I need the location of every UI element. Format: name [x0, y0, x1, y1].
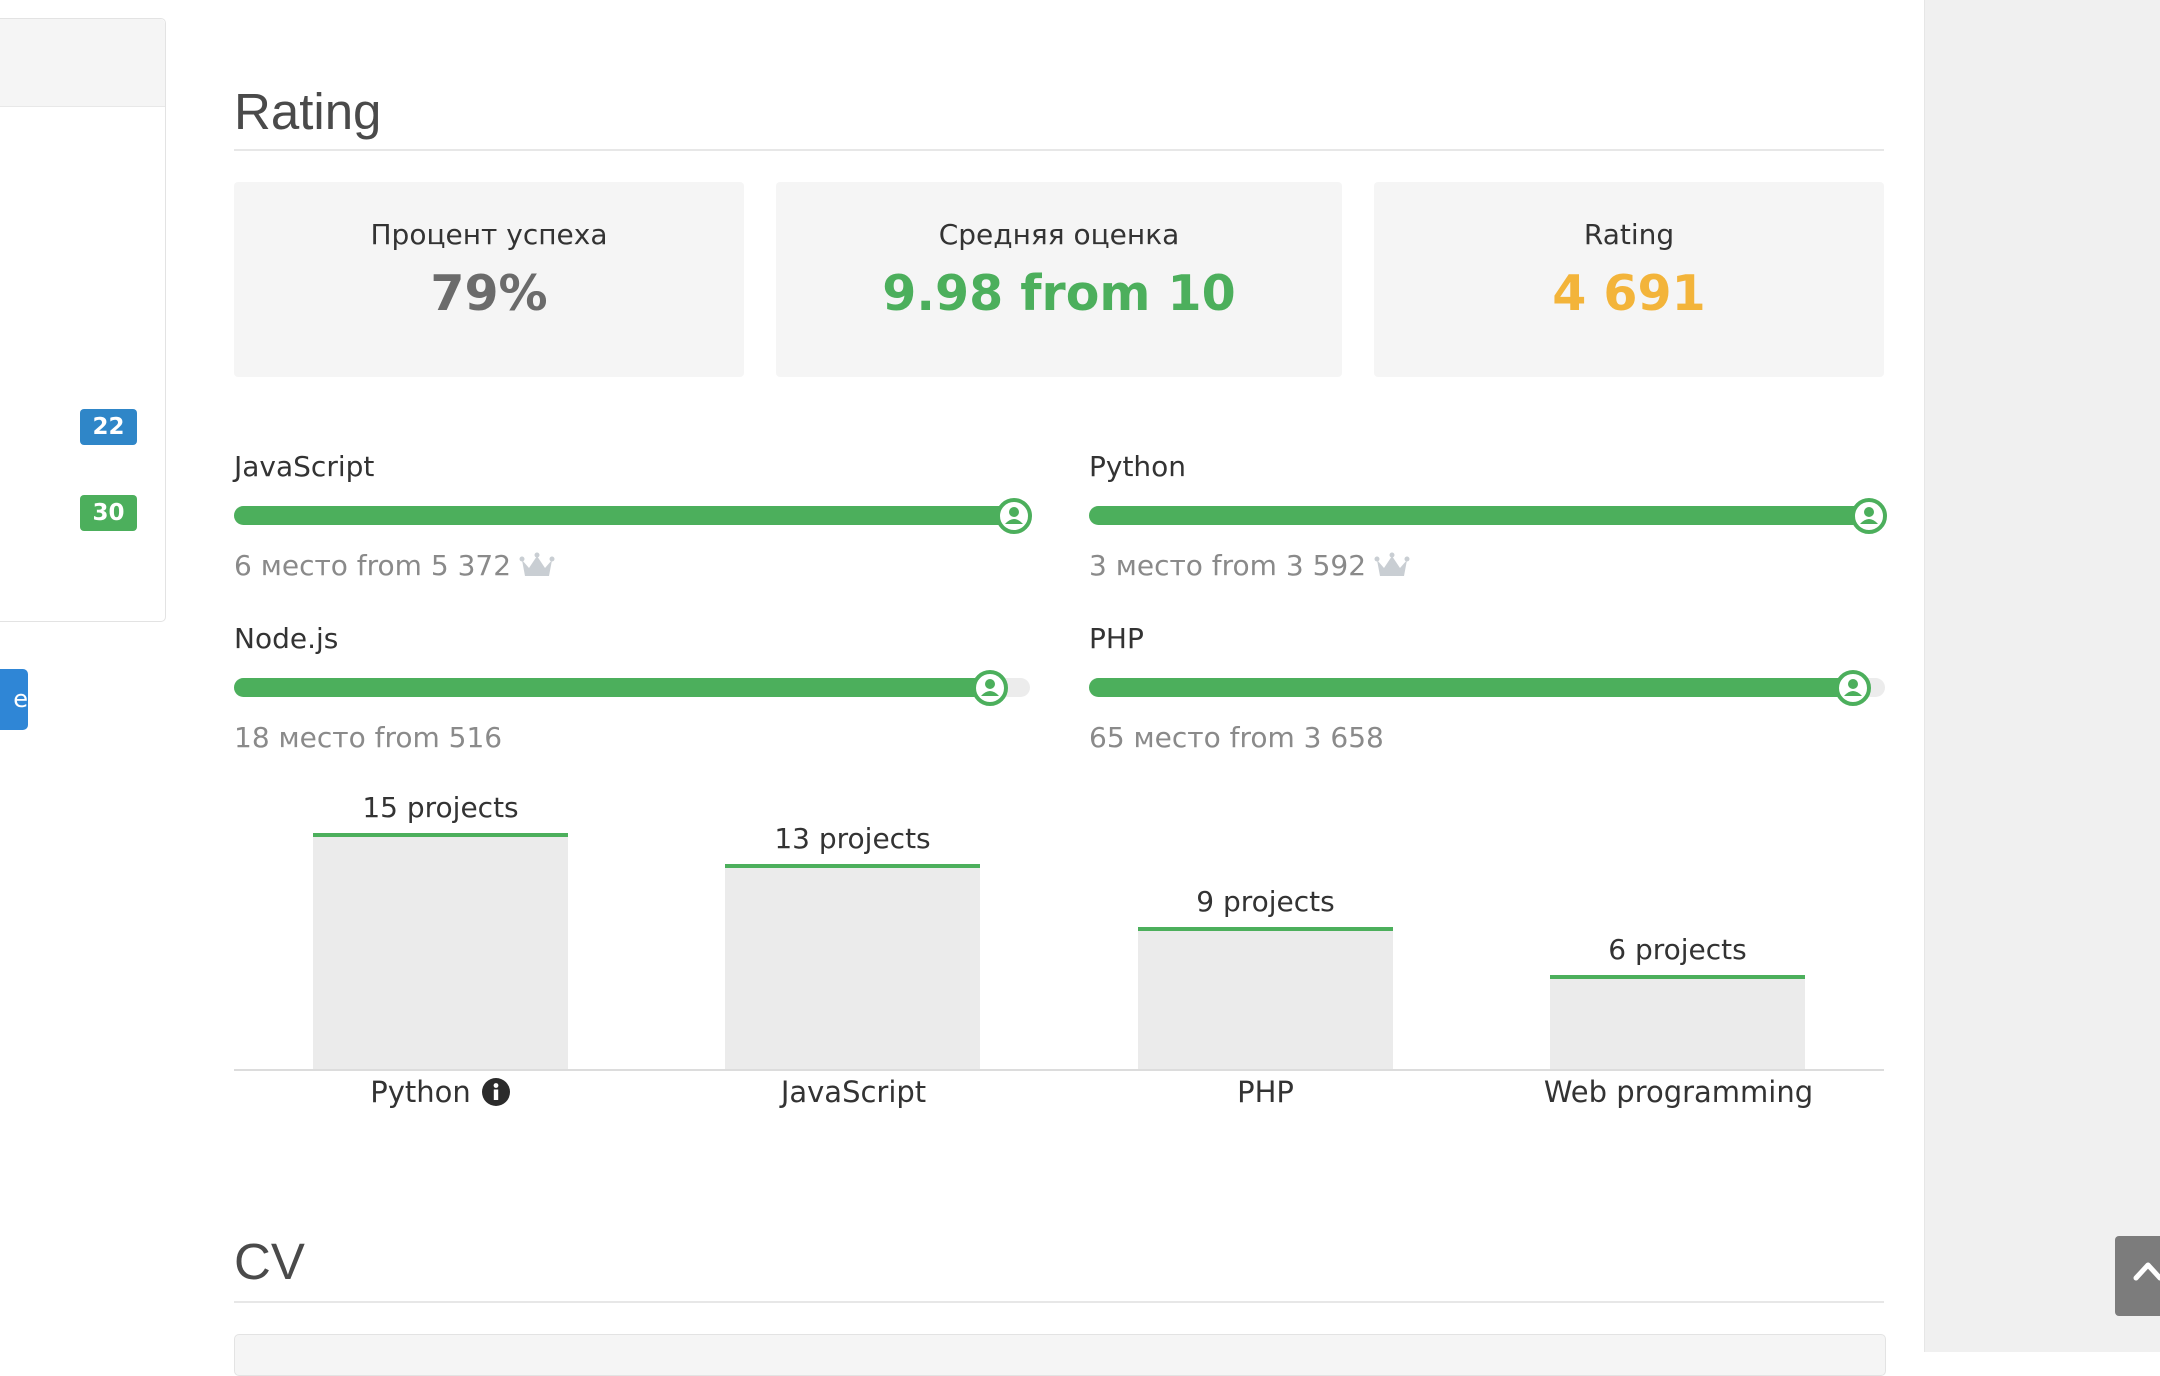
category-label[interactable]: PHP [1059, 1072, 1472, 1112]
user-marker-icon [996, 498, 1033, 534]
category-label[interactable]: JavaScript [647, 1072, 1060, 1112]
ranking-place-text: 6 место from 5 372 [234, 549, 512, 582]
stat-value: 4 691 [1552, 265, 1706, 322]
bar-data-label: 9 projects [1196, 885, 1335, 918]
ranking-python: Python 3 место from 3 592 [1089, 450, 1888, 590]
stat-value: 79% [430, 265, 548, 322]
ranking-track [1089, 498, 1888, 534]
chart-bar [725, 864, 980, 1069]
category-label-text: Web programming [1543, 1075, 1814, 1109]
chart-baseline [234, 1069, 1884, 1071]
info-icon[interactable] [481, 1077, 511, 1107]
rating-score-box: Rating 4 691 [1374, 182, 1884, 377]
bar-data-label: 13 projects [774, 822, 931, 855]
chart-bar [313, 833, 568, 1069]
cv-panel [234, 1334, 1886, 1376]
ranking-fill [234, 678, 991, 697]
ranking-php: PHP 65 место from 3 658 [1089, 622, 1885, 762]
ranking-track [1089, 670, 1885, 706]
category-label[interactable]: Python [234, 1072, 647, 1112]
ranking-track [234, 670, 1030, 706]
cv-section-title: CV [234, 1233, 305, 1290]
ranking-name[interactable]: PHP [1089, 622, 1144, 655]
scroll-to-top-button[interactable] [2115, 1236, 2160, 1316]
projects-chart: 15 projects Python 13 projects JavaScript 9 … [234, 790, 1884, 1110]
stat-value: 9.98 from 10 [882, 265, 1236, 322]
ranking-name[interactable]: JavaScript [234, 450, 374, 483]
category-label-text: Python [370, 1075, 471, 1109]
sidebar-action-button[interactable]: e [0, 669, 28, 730]
success-rate-box: Процент успеха 79% [234, 182, 744, 377]
ranking-name[interactable]: Python [1089, 450, 1186, 483]
ranking-place-text: 18 место from 516 [234, 721, 503, 754]
count-badge-blue: 22 [80, 409, 137, 445]
ranking-place-text: 3 место from 3 592 [1089, 549, 1367, 582]
user-marker-icon [972, 670, 1009, 706]
ranking-name[interactable]: Node.js [234, 622, 338, 655]
category-label[interactable]: Web programming [1472, 1072, 1885, 1112]
bar-data-label: 15 projects [362, 791, 519, 824]
crown-icon [1374, 552, 1410, 576]
ranking-track [234, 498, 1033, 534]
ranking-fill [1089, 678, 1854, 697]
stat-label: Процент успеха [370, 218, 608, 251]
page-background-right [1924, 0, 2160, 1352]
ranking-place: 6 место from 5 372 [234, 549, 555, 582]
average-score-box: Средняя оценка 9.98 from 10 [776, 182, 1342, 377]
user-marker-icon [1851, 498, 1888, 534]
chart-bar [1138, 927, 1393, 1069]
rating-divider [234, 149, 1884, 151]
user-marker-icon [1835, 670, 1872, 706]
rating-section-title: Rating [234, 83, 382, 140]
stat-label: Rating [1583, 218, 1675, 251]
ranking-place: 18 место from 516 [234, 721, 502, 754]
bar-data-label: 6 projects [1608, 933, 1747, 966]
chart-bar [1550, 975, 1805, 1069]
category-label-text: JavaScript [780, 1075, 927, 1109]
sidebar-panel: 22 30 [0, 18, 166, 622]
count-badge-green: 30 [80, 495, 137, 531]
ranking-place: 3 место from 3 592 [1089, 549, 1410, 582]
cv-divider [234, 1301, 1884, 1303]
ranking-fill [234, 506, 1015, 525]
sidebar-header [0, 19, 165, 107]
category-label-text: PHP [1237, 1075, 1294, 1109]
chevron-up-icon [2133, 1262, 2160, 1281]
ranking-place: 65 место from 3 658 [1089, 721, 1384, 754]
ranking-nodejs: Node.js 18 место from 516 [234, 622, 1030, 762]
stat-label: Средняя оценка [938, 218, 1180, 251]
ranking-fill [1089, 506, 1870, 525]
ranking-javascript: JavaScript 6 место from 5 372 [234, 450, 1033, 590]
ranking-place-text: 65 место from 3 658 [1089, 721, 1384, 754]
crown-icon [519, 552, 555, 576]
